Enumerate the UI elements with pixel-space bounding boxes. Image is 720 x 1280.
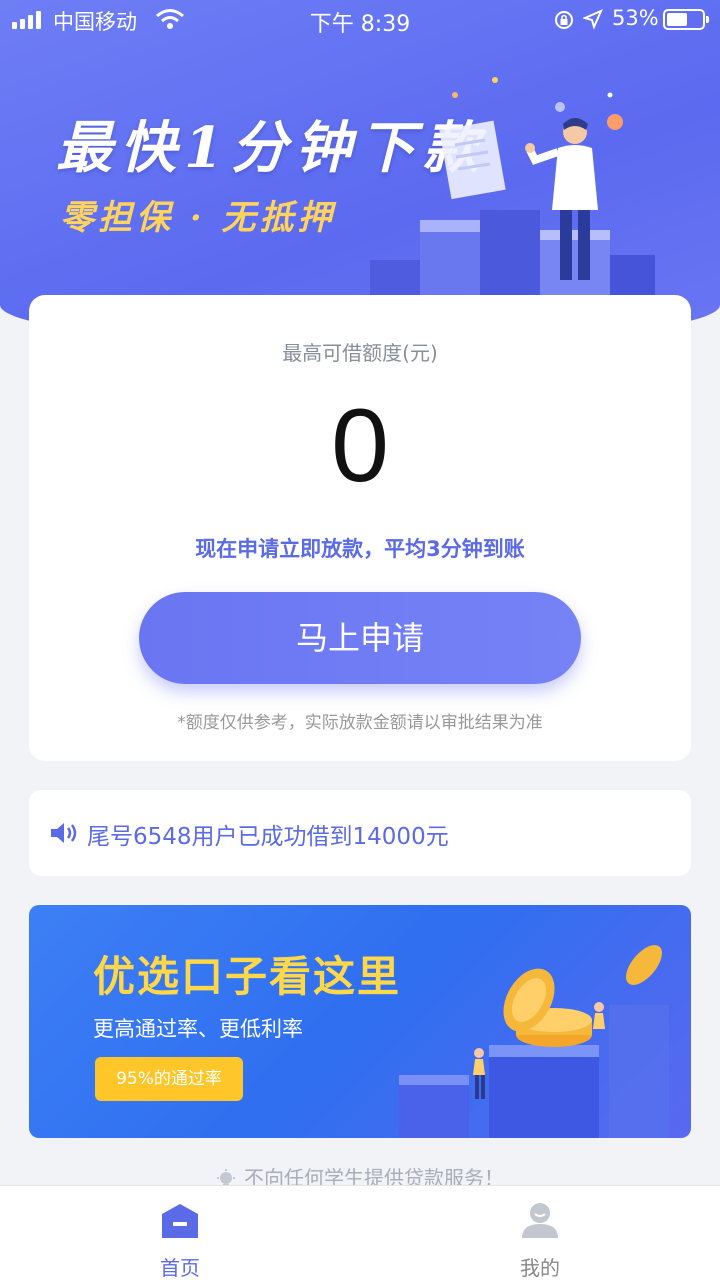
battery-icon xyxy=(663,9,709,30)
promo-subtitle: 更高通过率、更低利率 xyxy=(93,1017,303,1041)
tab-mine-label: 我的 xyxy=(520,1256,560,1280)
hero-illustration xyxy=(370,77,655,310)
hero-subtitle: 零担保 · 无抵押 xyxy=(60,198,336,238)
status-bar: 中国移动 下午 8:39 53% xyxy=(0,0,720,40)
pass-rate-badge: 95%的通过率 xyxy=(95,1057,243,1101)
home-icon xyxy=(162,1204,198,1238)
promo-banner[interactable]: 优选口子看这里 更高通过率、更低利率 95%的通过率 xyxy=(29,905,691,1138)
speaker-icon xyxy=(51,823,77,843)
promo-title: 优选口子看这里 xyxy=(93,952,402,1001)
quota-label: 最高可借额度(元) xyxy=(282,341,438,365)
quota-value: 0 xyxy=(331,388,389,504)
user-icon xyxy=(522,1203,558,1238)
tab-mine[interactable]: 我的 xyxy=(360,1186,720,1280)
tab-home-label: 首页 xyxy=(160,1256,200,1280)
location-icon xyxy=(583,9,603,29)
promo-illustration xyxy=(399,945,669,1138)
rotation-lock-icon xyxy=(555,11,573,29)
loan-notice-bar: 尾号6548用户已成功借到14000元 xyxy=(29,790,691,876)
quota-disclaimer: *额度仅供参考，实际放款金额请以审批结果为准 xyxy=(177,713,543,733)
tab-bar: 首页 我的 xyxy=(0,1185,720,1280)
tab-home[interactable]: 首页 xyxy=(0,1186,360,1280)
quota-tip: 现在申请立即放款，平均3分钟到账 xyxy=(195,537,525,561)
battery-percent: 53% xyxy=(612,6,659,30)
apply-button[interactable]: 马上申请 xyxy=(139,592,581,684)
notice-text: 尾号6548用户已成功借到14000元 xyxy=(87,824,449,850)
quota-card: 最高可借额度(元) 0 现在申请立即放款，平均3分钟到账 马上申请 *额度仅供参… xyxy=(29,295,691,761)
hero-banner: 最快1分钟下款 零担保 · 无抵押 xyxy=(0,0,720,345)
